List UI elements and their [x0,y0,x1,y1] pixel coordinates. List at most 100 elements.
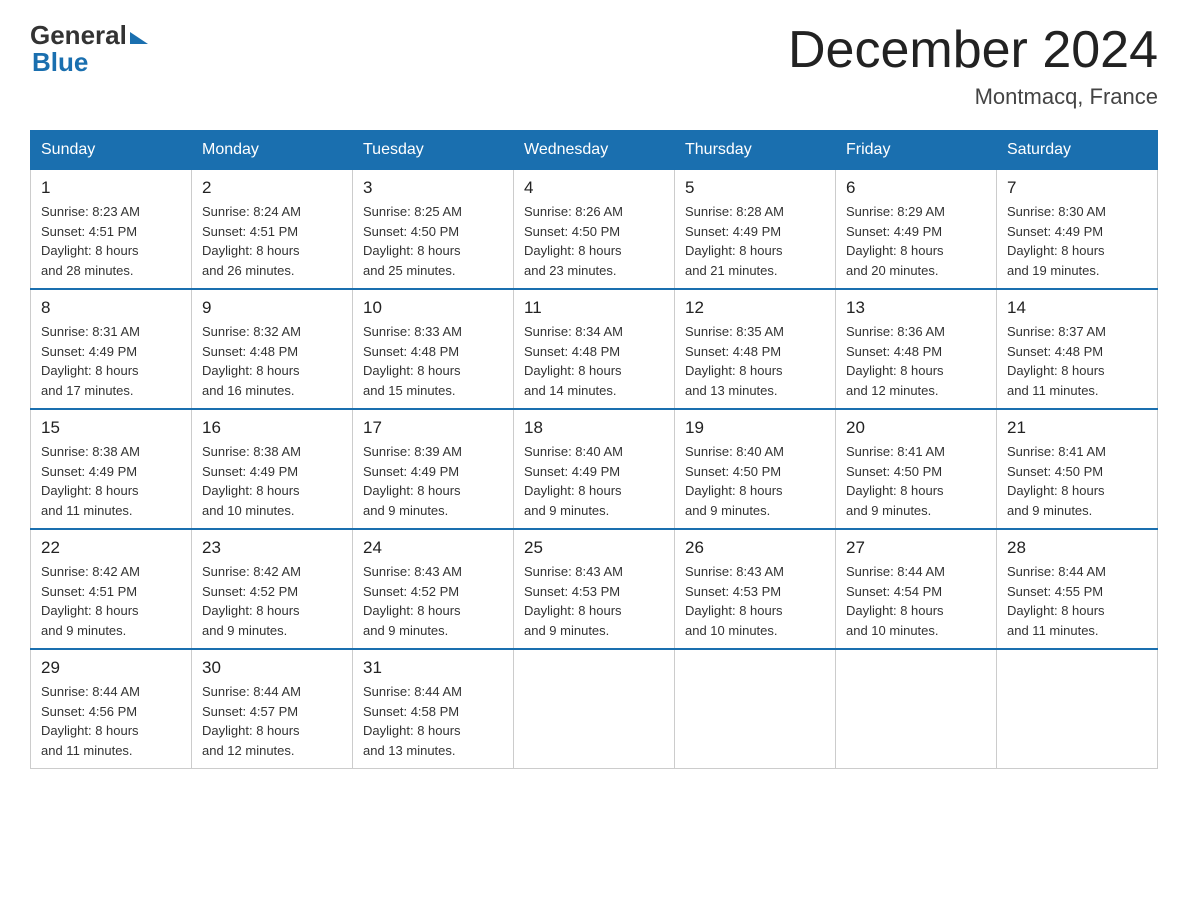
day-number: 28 [1007,538,1147,558]
day-number: 26 [685,538,825,558]
day-number: 7 [1007,178,1147,198]
title-section: December 2024 Montmacq, France [788,20,1158,110]
day-cell: 16 Sunrise: 8:38 AM Sunset: 4:49 PM Dayl… [192,409,353,529]
day-info: Sunrise: 8:25 AM Sunset: 4:50 PM Dayligh… [363,202,503,280]
day-info: Sunrise: 8:39 AM Sunset: 4:49 PM Dayligh… [363,442,503,520]
day-cell: 4 Sunrise: 8:26 AM Sunset: 4:50 PM Dayli… [514,170,675,290]
day-number: 16 [202,418,342,438]
day-cell: 22 Sunrise: 8:42 AM Sunset: 4:51 PM Dayl… [31,529,192,649]
page-header: General Blue December 2024 Montmacq, Fra… [30,20,1158,110]
month-title: December 2024 [788,20,1158,80]
day-cell: 26 Sunrise: 8:43 AM Sunset: 4:53 PM Dayl… [675,529,836,649]
day-info: Sunrise: 8:43 AM Sunset: 4:53 PM Dayligh… [685,562,825,640]
day-info: Sunrise: 8:30 AM Sunset: 4:49 PM Dayligh… [1007,202,1147,280]
day-info: Sunrise: 8:42 AM Sunset: 4:52 PM Dayligh… [202,562,342,640]
day-number: 29 [41,658,181,678]
day-number: 23 [202,538,342,558]
day-number: 9 [202,298,342,318]
day-cell: 11 Sunrise: 8:34 AM Sunset: 4:48 PM Dayl… [514,289,675,409]
col-saturday: Saturday [997,131,1158,170]
week-row-5: 29 Sunrise: 8:44 AM Sunset: 4:56 PM Dayl… [31,649,1158,769]
day-number: 12 [685,298,825,318]
day-info: Sunrise: 8:44 AM Sunset: 4:56 PM Dayligh… [41,682,181,760]
day-cell: 15 Sunrise: 8:38 AM Sunset: 4:49 PM Dayl… [31,409,192,529]
logo-blue-text: Blue [32,47,88,78]
day-info: Sunrise: 8:34 AM Sunset: 4:48 PM Dayligh… [524,322,664,400]
day-cell: 6 Sunrise: 8:29 AM Sunset: 4:49 PM Dayli… [836,170,997,290]
day-info: Sunrise: 8:41 AM Sunset: 4:50 PM Dayligh… [846,442,986,520]
day-info: Sunrise: 8:37 AM Sunset: 4:48 PM Dayligh… [1007,322,1147,400]
day-cell [514,649,675,769]
col-wednesday: Wednesday [514,131,675,170]
day-number: 30 [202,658,342,678]
day-info: Sunrise: 8:44 AM Sunset: 4:58 PM Dayligh… [363,682,503,760]
col-friday: Friday [836,131,997,170]
day-cell: 3 Sunrise: 8:25 AM Sunset: 4:50 PM Dayli… [353,170,514,290]
day-info: Sunrise: 8:44 AM Sunset: 4:57 PM Dayligh… [202,682,342,760]
day-info: Sunrise: 8:43 AM Sunset: 4:53 PM Dayligh… [524,562,664,640]
day-info: Sunrise: 8:23 AM Sunset: 4:51 PM Dayligh… [41,202,181,280]
day-info: Sunrise: 8:42 AM Sunset: 4:51 PM Dayligh… [41,562,181,640]
day-number: 19 [685,418,825,438]
day-cell: 28 Sunrise: 8:44 AM Sunset: 4:55 PM Dayl… [997,529,1158,649]
day-number: 1 [41,178,181,198]
day-cell: 23 Sunrise: 8:42 AM Sunset: 4:52 PM Dayl… [192,529,353,649]
day-number: 15 [41,418,181,438]
day-number: 8 [41,298,181,318]
day-number: 20 [846,418,986,438]
week-row-2: 8 Sunrise: 8:31 AM Sunset: 4:49 PM Dayli… [31,289,1158,409]
day-info: Sunrise: 8:38 AM Sunset: 4:49 PM Dayligh… [41,442,181,520]
day-info: Sunrise: 8:32 AM Sunset: 4:48 PM Dayligh… [202,322,342,400]
day-cell: 8 Sunrise: 8:31 AM Sunset: 4:49 PM Dayli… [31,289,192,409]
logo: General Blue [30,20,148,78]
day-cell: 7 Sunrise: 8:30 AM Sunset: 4:49 PM Dayli… [997,170,1158,290]
day-cell: 5 Sunrise: 8:28 AM Sunset: 4:49 PM Dayli… [675,170,836,290]
day-cell: 29 Sunrise: 8:44 AM Sunset: 4:56 PM Dayl… [31,649,192,769]
day-info: Sunrise: 8:40 AM Sunset: 4:49 PM Dayligh… [524,442,664,520]
day-number: 11 [524,298,664,318]
col-monday: Monday [192,131,353,170]
day-cell [836,649,997,769]
day-cell: 30 Sunrise: 8:44 AM Sunset: 4:57 PM Dayl… [192,649,353,769]
day-number: 14 [1007,298,1147,318]
week-row-3: 15 Sunrise: 8:38 AM Sunset: 4:49 PM Dayl… [31,409,1158,529]
day-info: Sunrise: 8:29 AM Sunset: 4:49 PM Dayligh… [846,202,986,280]
day-info: Sunrise: 8:33 AM Sunset: 4:48 PM Dayligh… [363,322,503,400]
day-number: 27 [846,538,986,558]
day-cell: 9 Sunrise: 8:32 AM Sunset: 4:48 PM Dayli… [192,289,353,409]
logo-triangle-icon [130,32,148,44]
day-number: 21 [1007,418,1147,438]
day-info: Sunrise: 8:43 AM Sunset: 4:52 PM Dayligh… [363,562,503,640]
day-info: Sunrise: 8:38 AM Sunset: 4:49 PM Dayligh… [202,442,342,520]
day-cell: 24 Sunrise: 8:43 AM Sunset: 4:52 PM Dayl… [353,529,514,649]
day-info: Sunrise: 8:24 AM Sunset: 4:51 PM Dayligh… [202,202,342,280]
day-cell: 1 Sunrise: 8:23 AM Sunset: 4:51 PM Dayli… [31,170,192,290]
day-cell: 19 Sunrise: 8:40 AM Sunset: 4:50 PM Dayl… [675,409,836,529]
col-tuesday: Tuesday [353,131,514,170]
day-info: Sunrise: 8:31 AM Sunset: 4:49 PM Dayligh… [41,322,181,400]
day-cell: 25 Sunrise: 8:43 AM Sunset: 4:53 PM Dayl… [514,529,675,649]
day-info: Sunrise: 8:44 AM Sunset: 4:54 PM Dayligh… [846,562,986,640]
day-number: 18 [524,418,664,438]
day-number: 6 [846,178,986,198]
day-cell: 10 Sunrise: 8:33 AM Sunset: 4:48 PM Dayl… [353,289,514,409]
week-row-1: 1 Sunrise: 8:23 AM Sunset: 4:51 PM Dayli… [31,170,1158,290]
day-info: Sunrise: 8:40 AM Sunset: 4:50 PM Dayligh… [685,442,825,520]
day-number: 22 [41,538,181,558]
col-thursday: Thursday [675,131,836,170]
day-info: Sunrise: 8:36 AM Sunset: 4:48 PM Dayligh… [846,322,986,400]
day-info: Sunrise: 8:26 AM Sunset: 4:50 PM Dayligh… [524,202,664,280]
day-cell: 21 Sunrise: 8:41 AM Sunset: 4:50 PM Dayl… [997,409,1158,529]
day-cell: 18 Sunrise: 8:40 AM Sunset: 4:49 PM Dayl… [514,409,675,529]
calendar-table: Sunday Monday Tuesday Wednesday Thursday… [30,130,1158,769]
col-sunday: Sunday [31,131,192,170]
day-number: 31 [363,658,503,678]
day-cell: 17 Sunrise: 8:39 AM Sunset: 4:49 PM Dayl… [353,409,514,529]
day-number: 2 [202,178,342,198]
day-cell [997,649,1158,769]
day-cell: 20 Sunrise: 8:41 AM Sunset: 4:50 PM Dayl… [836,409,997,529]
day-cell: 31 Sunrise: 8:44 AM Sunset: 4:58 PM Dayl… [353,649,514,769]
day-cell: 14 Sunrise: 8:37 AM Sunset: 4:48 PM Dayl… [997,289,1158,409]
day-number: 4 [524,178,664,198]
day-number: 5 [685,178,825,198]
